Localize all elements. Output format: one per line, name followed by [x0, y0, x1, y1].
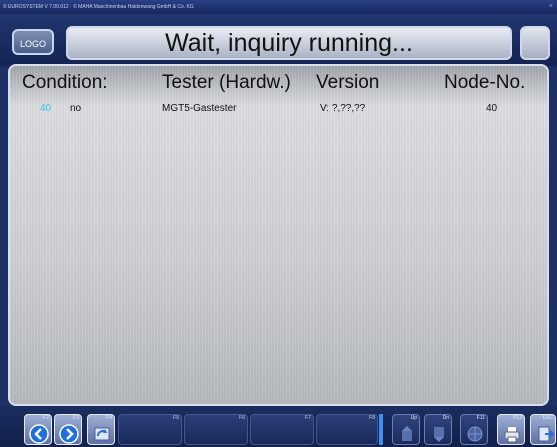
- f8-button[interactable]: F8: [316, 414, 378, 445]
- f4-refresh-button[interactable]: F4: [87, 414, 115, 445]
- logo-button[interactable]: LOGO: [12, 29, 54, 55]
- column-header-node-no: Node-No.: [444, 72, 526, 93]
- row-condition: no: [70, 103, 82, 114]
- page-up-button[interactable]: Up: [392, 414, 420, 445]
- tester-list-panel: Condition: Tester (Hardw.) Version Node-…: [8, 64, 549, 406]
- page-down-button[interactable]: Dn: [424, 414, 452, 445]
- column-header-tester: Tester (Hardw.): [162, 72, 291, 93]
- row-node-indicator: 40: [40, 103, 52, 114]
- f3-forward-button[interactable]: F3: [54, 414, 82, 445]
- f7-label: F7: [305, 415, 311, 421]
- header-bar: LOGO Wait, inquiry running...: [0, 14, 557, 66]
- window-title: © EUROSYSTEM V 7.00.012 · © MAHA Maschin…: [3, 4, 194, 10]
- up-icon: [402, 426, 412, 441]
- f5-button[interactable]: F5: [118, 414, 182, 445]
- f4-label: F4: [106, 415, 112, 421]
- function-key-bar: F2 F3 F4 F5 F6 F7 F8 Up Dn F11 F12 ESC: [0, 406, 557, 447]
- row-version: V: ?,??,??: [320, 103, 366, 114]
- down-icon: [434, 427, 444, 442]
- f6-button[interactable]: F6: [184, 414, 248, 445]
- up-label: Up: [410, 415, 417, 421]
- f2-label: F2: [43, 415, 49, 421]
- arrow-right-icon: [59, 424, 79, 444]
- f12-label: F12: [513, 415, 522, 421]
- esc-button[interactable]: ESC: [530, 414, 556, 445]
- footer-divider: [379, 414, 383, 445]
- printer-icon: [504, 427, 520, 443]
- exit-icon: [538, 426, 555, 442]
- row-tester: MGT5-Gastester: [162, 103, 237, 114]
- column-header-version: Version: [316, 72, 380, 93]
- row-node-no: 40: [486, 103, 498, 114]
- f5-label: F5: [173, 415, 179, 421]
- f3-label: F3: [73, 415, 79, 421]
- f8-label: F8: [369, 415, 375, 421]
- f11-label: F11: [476, 415, 485, 421]
- dn-label: Dn: [442, 415, 449, 421]
- globe-icon: [467, 426, 483, 442]
- f6-label: F6: [239, 415, 245, 421]
- f7-button[interactable]: F7: [250, 414, 314, 445]
- close-icon[interactable]: ×: [549, 0, 553, 14]
- esc-label: ESC: [542, 415, 553, 421]
- f2-back-button[interactable]: F2: [24, 414, 52, 445]
- arrow-left-icon: [29, 424, 49, 444]
- f11-button[interactable]: F11: [460, 414, 488, 445]
- f12-print-button[interactable]: F12: [497, 414, 525, 445]
- window-titlebar: © EUROSYSTEM V 7.00.012 · © MAHA Maschin…: [0, 0, 557, 14]
- page-title: Wait, inquiry running...: [66, 26, 512, 60]
- refresh-icon: [94, 427, 110, 441]
- column-header-condition: Condition:: [22, 72, 108, 93]
- header-right-button[interactable]: [520, 26, 550, 60]
